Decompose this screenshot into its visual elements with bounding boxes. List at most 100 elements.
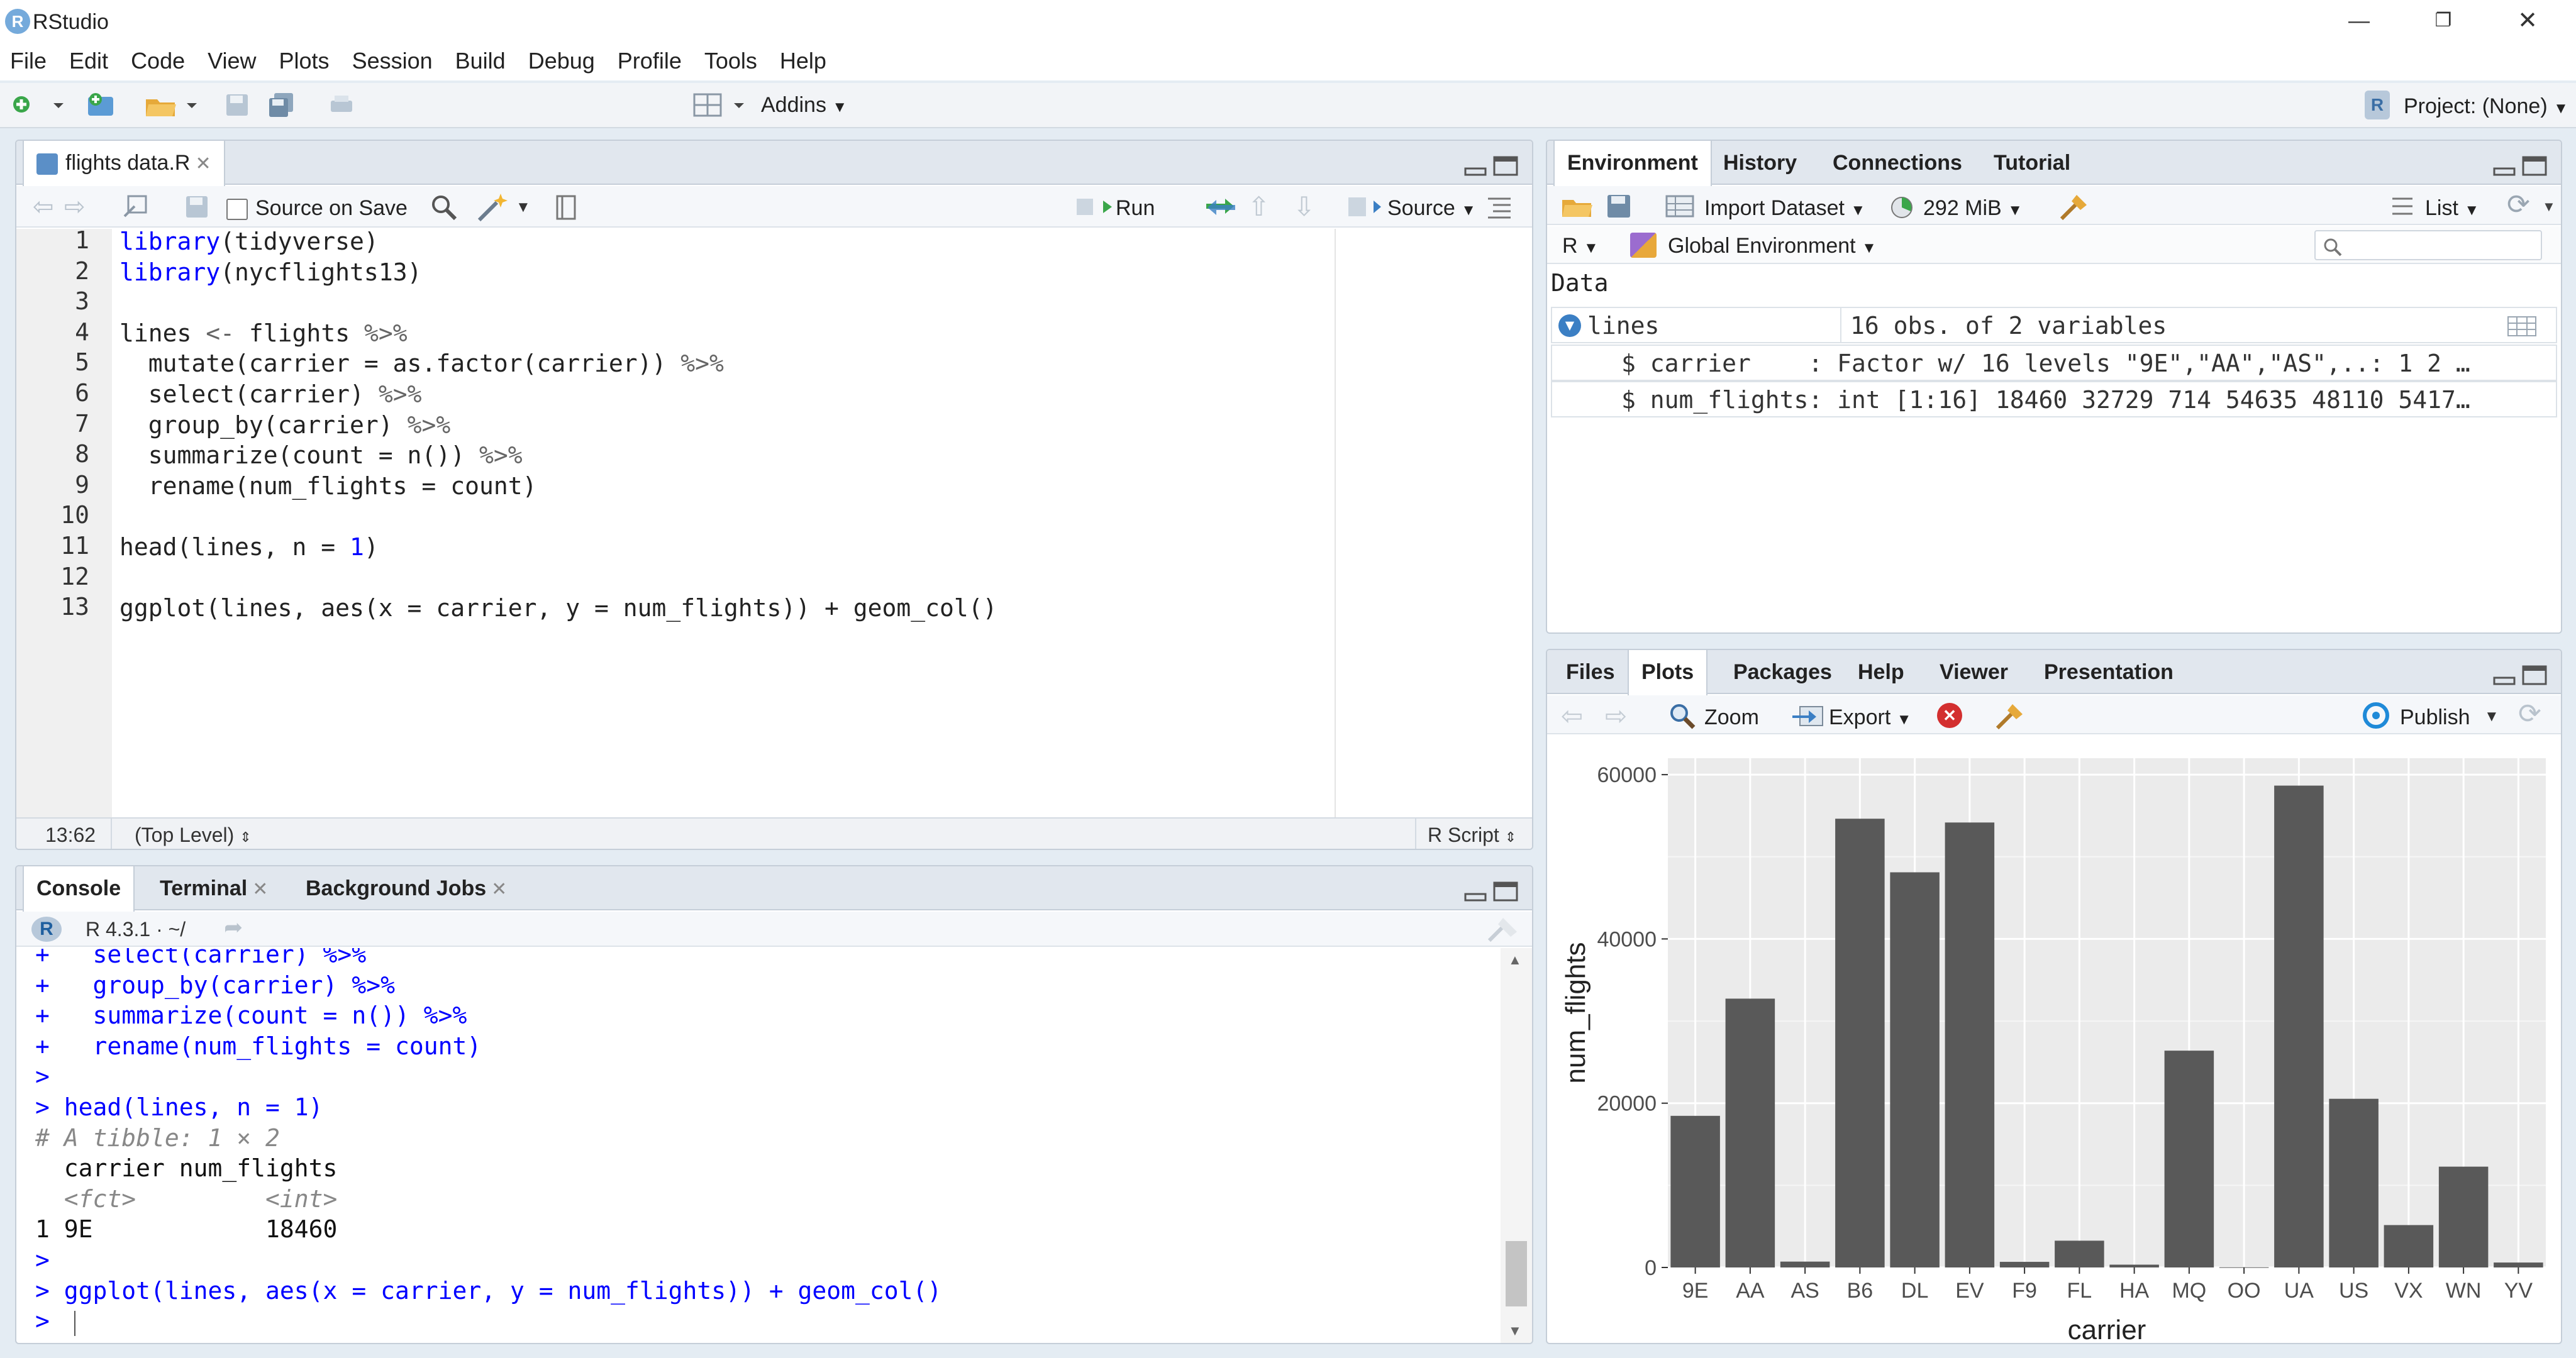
- menu-session[interactable]: Session: [352, 48, 433, 74]
- publish-icon[interactable]: [2358, 702, 2394, 729]
- import-dataset-icon[interactable]: [1664, 194, 1696, 219]
- expand-icon[interactable]: ▼: [1558, 314, 1581, 337]
- scroll-down-icon[interactable]: ▼: [1508, 1323, 1522, 1339]
- language-selector[interactable]: R ▼: [1562, 234, 1599, 258]
- run-button[interactable]: Run: [1116, 196, 1155, 221]
- search-icon[interactable]: [429, 192, 459, 223]
- chevron-down-icon[interactable]: [730, 91, 748, 119]
- code-area[interactable]: library(tidyverse) library(nycflights13) l…: [16, 141, 1532, 849]
- remove-plot-icon[interactable]: ✕: [1937, 703, 1962, 728]
- menu-code[interactable]: Code: [131, 48, 185, 74]
- code-line[interactable]: lines <- flights %>%: [119, 319, 408, 347]
- chevron-down-icon[interactable]: [49, 91, 68, 119]
- editor-tab[interactable]: flights data.R ✕: [23, 141, 225, 186]
- show-in-window-icon[interactable]: [122, 194, 150, 220]
- menu-file[interactable]: File: [10, 48, 47, 74]
- code-line[interactable]: library(tidyverse): [119, 228, 379, 255]
- arrow-down-icon[interactable]: ⇩: [1293, 191, 1315, 222]
- env-object-row[interactable]: ▼ lines 16 obs. of 2 variables: [1551, 307, 2557, 343]
- addins-button[interactable]: Addins ▼: [761, 93, 847, 118]
- save-all-icon[interactable]: [267, 91, 296, 119]
- tab-environment[interactable]: Environment: [1553, 141, 1712, 186]
- tab-help[interactable]: Help: [1845, 650, 1917, 694]
- outline-icon[interactable]: [1485, 195, 1513, 220]
- code-line[interactable]: group_by(carrier) %>%: [119, 411, 450, 439]
- save-icon[interactable]: [223, 91, 252, 119]
- chevron-down-icon[interactable]: ▼: [2484, 708, 2499, 726]
- publish-button[interactable]: Publish: [2400, 705, 2470, 730]
- chevron-down-icon[interactable]: ▼: [2542, 199, 2556, 215]
- new-file-icon[interactable]: [9, 91, 38, 119]
- code-line[interactable]: ggplot(lines, aes(x = carrier, y = num_f…: [119, 594, 997, 622]
- run-icon[interactable]: [1075, 194, 1113, 220]
- memory-usage-button[interactable]: 292 MiB ▼: [1923, 196, 2023, 221]
- menu-tools[interactable]: Tools: [704, 48, 757, 74]
- console-output[interactable]: + select(carrier) %>% + group_by(carrier)…: [16, 948, 1501, 1343]
- minimize-icon[interactable]: —: [2324, 4, 2394, 38]
- tab-viewer[interactable]: Viewer: [1927, 650, 2021, 694]
- compile-report-icon[interactable]: [553, 194, 579, 221]
- tab-files[interactable]: Files: [1553, 650, 1627, 694]
- previous-plot-icon[interactable]: ⇦: [1561, 700, 1583, 731]
- code-line[interactable]: select(carrier) %>%: [119, 380, 422, 408]
- new-project-icon[interactable]: [84, 91, 119, 119]
- export-icon[interactable]: [1791, 702, 1825, 729]
- code-line[interactable]: summarize(count = n()) %>%: [119, 441, 523, 469]
- view-mode-selector[interactable]: List ▼: [2425, 196, 2479, 221]
- code-line[interactable]: head(lines, n = 1): [119, 533, 379, 561]
- rerun-icon[interactable]: [1204, 194, 1238, 220]
- import-dataset-button[interactable]: Import Dataset ▼: [1704, 196, 1865, 221]
- chevron-down-icon[interactable]: ▼: [516, 199, 531, 216]
- menu-help[interactable]: Help: [780, 48, 826, 74]
- scroll-up-icon[interactable]: ▲: [1508, 952, 1522, 968]
- tab-presentation[interactable]: Presentation: [2031, 650, 2186, 694]
- console-scrollbar[interactable]: ▲ ▼: [1501, 948, 1532, 1343]
- restore-icon[interactable]: ❐: [2409, 4, 2478, 38]
- source-on-save-checkbox[interactable]: [226, 199, 248, 220]
- file-type-selector[interactable]: R Script ⇕: [1428, 824, 1516, 847]
- clear-plots-broom-icon[interactable]: [1992, 700, 2025, 731]
- source-button[interactable]: Source ▼: [1387, 196, 1476, 221]
- code-line[interactable]: mutate(carrier = as.factor(carrier)) %>%: [119, 350, 724, 377]
- open-folder-icon[interactable]: [143, 91, 179, 119]
- zoom-icon[interactable]: [1667, 700, 1697, 731]
- code-line[interactable]: rename(num_flights = count): [119, 472, 537, 500]
- menu-plots[interactable]: Plots: [279, 48, 330, 74]
- minimize-maximize-icon[interactable]: [2492, 153, 2548, 179]
- tab-tutorial[interactable]: Tutorial: [1981, 141, 2083, 185]
- clear-console-icon[interactable]: [1485, 915, 1519, 943]
- close-tab-icon[interactable]: ✕: [252, 879, 268, 900]
- print-icon[interactable]: [327, 91, 356, 119]
- close-tab-icon[interactable]: ✕: [195, 153, 211, 174]
- close-icon[interactable]: ✕: [2493, 4, 2562, 38]
- close-tab-icon[interactable]: ✕: [491, 879, 507, 900]
- menu-edit[interactable]: Edit: [69, 48, 108, 74]
- tab-background-jobs[interactable]: Background Jobs ✕: [293, 866, 519, 910]
- tab-connections[interactable]: Connections: [1820, 141, 1975, 185]
- pane-layout-icon[interactable]: [692, 91, 723, 119]
- forward-icon[interactable]: ⇨: [64, 192, 86, 221]
- save-icon[interactable]: [1605, 192, 1633, 220]
- magic-wand-icon[interactable]: [475, 191, 511, 223]
- tab-plots[interactable]: Plots: [1628, 650, 1708, 695]
- goto-directory-icon[interactable]: ➦: [224, 914, 243, 941]
- zoom-button[interactable]: Zoom: [1704, 705, 1759, 730]
- menu-debug[interactable]: Debug: [528, 48, 595, 74]
- export-button[interactable]: Export ▼: [1829, 705, 1911, 730]
- next-plot-icon[interactable]: ⇨: [1605, 700, 1627, 731]
- code-line[interactable]: library(nycflights13): [119, 258, 421, 286]
- refresh-icon[interactable]: ⟳: [2518, 698, 2541, 730]
- tab-history[interactable]: History: [1711, 141, 1809, 185]
- tab-console[interactable]: Console: [23, 866, 135, 912]
- scrollbar-thumb[interactable]: [1506, 1241, 1527, 1306]
- environment-search-input[interactable]: [2314, 230, 2542, 260]
- save-icon[interactable]: [184, 194, 210, 220]
- back-icon[interactable]: ⇦: [33, 192, 54, 221]
- environment-scope-selector[interactable]: Global Environment ▼: [1668, 234, 1877, 258]
- source-icon[interactable]: [1347, 194, 1382, 220]
- clear-objects-broom-icon[interactable]: [2057, 191, 2089, 221]
- minimize-maximize-icon[interactable]: [2492, 663, 2548, 688]
- view-data-grid-icon[interactable]: [2507, 316, 2537, 337]
- menu-build[interactable]: Build: [455, 48, 506, 74]
- tab-packages[interactable]: Packages: [1721, 650, 1845, 694]
